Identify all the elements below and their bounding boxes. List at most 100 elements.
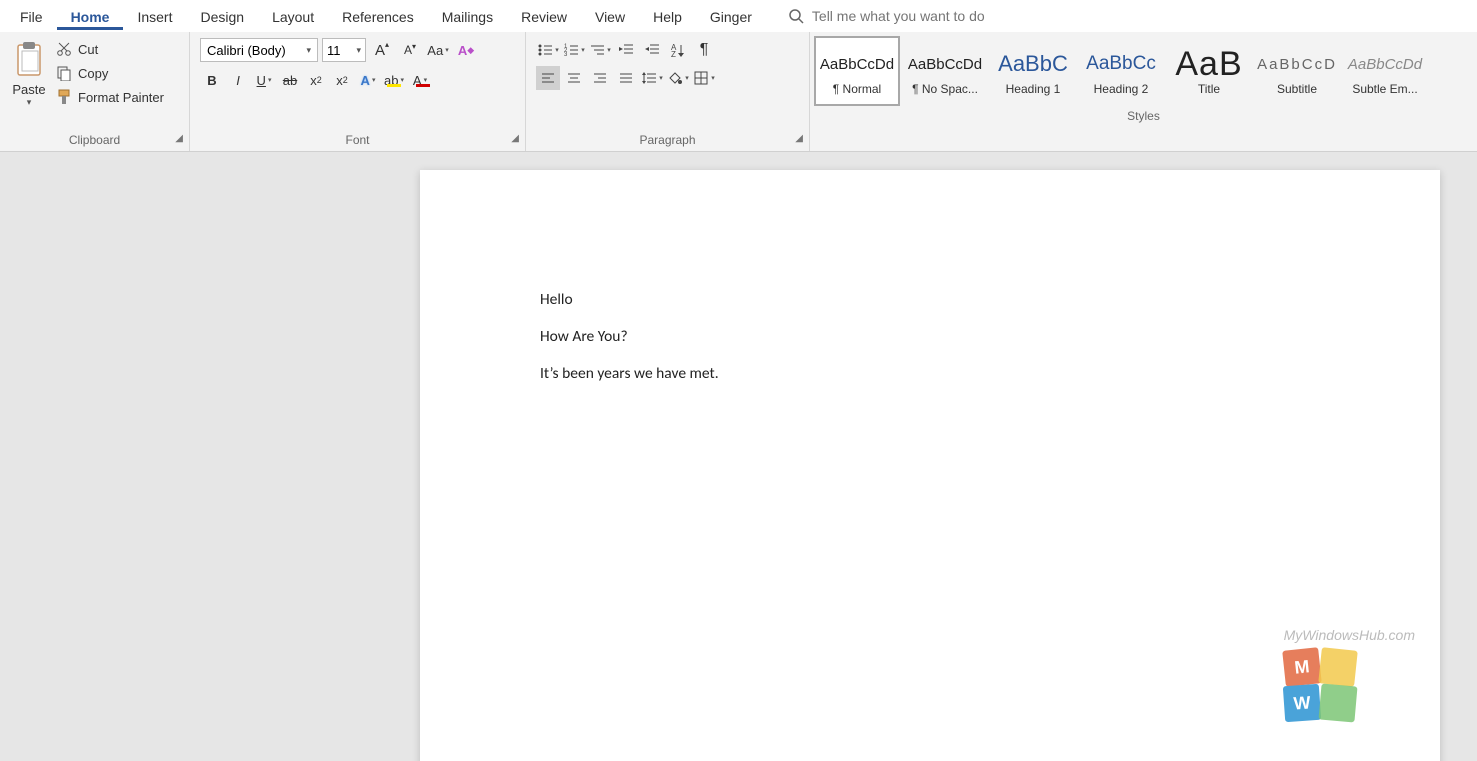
chevron-down-icon[interactable]: ▾ xyxy=(356,45,361,56)
style-name: Subtitle xyxy=(1277,82,1317,96)
group-styles: AaBbCcDd¶ NormalAaBbCcDd¶ No Spac...AaBb… xyxy=(810,32,1477,151)
group-clipboard: Paste ▾ Cut Copy Format Painter Clipbo xyxy=(0,32,190,151)
italic-button[interactable]: I xyxy=(226,68,250,92)
style-subtitle[interactable]: AaBbCcDSubtitle xyxy=(1254,36,1340,106)
document-line[interactable]: How Are You? xyxy=(540,327,1320,346)
tab-design[interactable]: Design xyxy=(186,3,258,30)
align-right-button[interactable] xyxy=(588,66,612,90)
tab-mailings[interactable]: Mailings xyxy=(428,3,507,30)
font-name-value: Calibri (Body) xyxy=(207,43,286,58)
style-name: ¶ Normal xyxy=(833,82,881,96)
borders-button[interactable]: ▾ xyxy=(692,66,716,90)
style-subtle-em-[interactable]: AaBbCcDdSubtle Em... xyxy=(1342,36,1428,106)
cut-button[interactable]: Cut xyxy=(54,40,166,58)
subscript-button[interactable]: x2 xyxy=(304,68,328,92)
paragraph-launcher[interactable]: ◢ xyxy=(795,133,803,144)
bold-button[interactable]: B xyxy=(200,68,224,92)
justify-button[interactable] xyxy=(614,66,638,90)
change-case-button[interactable]: Aa▾ xyxy=(426,38,450,62)
decrease-indent-button[interactable] xyxy=(614,38,638,62)
style-heading-1[interactable]: AaBbCHeading 1 xyxy=(990,36,1076,106)
numbering-icon: 123 xyxy=(563,42,579,58)
text-effects-button[interactable]: A▾ xyxy=(356,68,380,92)
document-line[interactable]: It’s been years we have met. xyxy=(540,364,1320,383)
tab-ginger[interactable]: Ginger xyxy=(696,3,766,30)
sort-icon: AZ xyxy=(670,42,686,58)
watermark-logo: MW xyxy=(1284,649,1356,721)
watermark: MyWindowsHub.com MW xyxy=(1284,627,1415,721)
tab-references[interactable]: References xyxy=(328,3,428,30)
increase-indent-button[interactable] xyxy=(640,38,664,62)
paste-label: Paste xyxy=(12,82,45,97)
align-center-button[interactable] xyxy=(562,66,586,90)
borders-icon xyxy=(693,70,709,86)
style-title[interactable]: AaBTitle xyxy=(1166,36,1252,106)
pilcrow-icon: ¶ xyxy=(700,41,709,59)
indent-icon xyxy=(644,42,660,58)
tab-view[interactable]: View xyxy=(581,3,639,30)
align-left-icon xyxy=(540,70,556,86)
multilevel-list-button[interactable]: ▾ xyxy=(588,38,612,62)
shrink-font-button[interactable]: A▾ xyxy=(398,38,422,62)
copy-button[interactable]: Copy xyxy=(54,64,166,82)
format-painter-button[interactable]: Format Painter xyxy=(54,88,166,106)
chevron-down-icon[interactable]: ▾ xyxy=(27,97,32,108)
tab-review[interactable]: Review xyxy=(507,3,581,30)
show-paragraph-marks-button[interactable]: ¶ xyxy=(692,38,716,62)
style-preview: AaBbCcDd xyxy=(908,46,982,82)
strikethrough-button[interactable]: ab xyxy=(278,68,302,92)
scissors-icon xyxy=(56,41,72,57)
numbering-button[interactable]: 123▾ xyxy=(562,38,586,62)
style--normal[interactable]: AaBbCcDd¶ Normal xyxy=(814,36,900,106)
sort-button[interactable]: AZ xyxy=(666,38,690,62)
watermark-text: MyWindowsHub.com xyxy=(1284,627,1415,643)
copy-icon xyxy=(56,65,72,81)
chevron-down-icon[interactable]: ▾ xyxy=(306,45,311,56)
shading-button[interactable]: ▾ xyxy=(666,66,690,90)
font-color-icon: A xyxy=(413,73,422,88)
style-name: Subtle Em... xyxy=(1352,82,1417,96)
clear-formatting-button[interactable]: A◆ xyxy=(454,38,478,62)
svg-text:3: 3 xyxy=(564,52,568,58)
group-label-styles: Styles xyxy=(810,106,1477,127)
tab-home[interactable]: Home xyxy=(57,3,124,30)
highlight-button[interactable]: ab▾ xyxy=(382,68,406,92)
align-center-icon xyxy=(566,70,582,86)
bullets-button[interactable]: ▾ xyxy=(536,38,560,62)
tab-file[interactable]: File xyxy=(6,3,57,30)
highlighter-icon: ab xyxy=(384,73,398,88)
align-right-icon xyxy=(592,70,608,86)
tab-help[interactable]: Help xyxy=(639,3,696,30)
align-left-button[interactable] xyxy=(536,66,560,90)
ribbon: Paste ▾ Cut Copy Format Painter Clipbo xyxy=(0,32,1477,152)
tell-me-input[interactable] xyxy=(812,8,1072,24)
superscript-button[interactable]: x2 xyxy=(330,68,354,92)
tab-insert[interactable]: Insert xyxy=(123,3,186,30)
font-size-value: 11 xyxy=(327,43,341,58)
paste-button[interactable]: Paste ▾ xyxy=(6,36,52,130)
style-preview: AaBbCcDd xyxy=(820,46,894,82)
font-name-combo[interactable]: Calibri (Body) ▾ xyxy=(200,38,318,62)
font-size-combo[interactable]: 11 ▾ xyxy=(322,38,366,62)
underline-button[interactable]: U▾ xyxy=(252,68,276,92)
copy-label: Copy xyxy=(78,66,108,81)
paint-bucket-icon xyxy=(667,70,683,86)
font-color-button[interactable]: A▾ xyxy=(408,68,432,92)
paintbrush-icon xyxy=(56,89,72,105)
tell-me-search[interactable] xyxy=(788,8,1072,24)
document-line[interactable]: Hello xyxy=(540,290,1320,309)
multilevel-icon xyxy=(589,42,605,58)
clipboard-launcher[interactable]: ◢ xyxy=(175,133,183,144)
style-preview: AaBbCcDd xyxy=(1348,46,1422,82)
menu-bar: File Home Insert Design Layout Reference… xyxy=(0,0,1477,32)
style-heading-2[interactable]: AaBbCcHeading 2 xyxy=(1078,36,1164,106)
font-launcher[interactable]: ◢ xyxy=(511,133,519,144)
line-spacing-button[interactable]: ▾ xyxy=(640,66,664,90)
tab-layout[interactable]: Layout xyxy=(258,3,328,30)
style--no-spac-[interactable]: AaBbCcDd¶ No Spac... xyxy=(902,36,988,106)
group-font: Calibri (Body)▾ 11▾ A▴ A▾ Aa▾ A◆ B I U▾ … xyxy=(190,32,526,151)
grow-font-button[interactable]: A▴ xyxy=(370,38,394,62)
svg-text:Z: Z xyxy=(671,50,676,58)
outdent-icon xyxy=(618,42,634,58)
style-name: Heading 1 xyxy=(1006,82,1061,96)
